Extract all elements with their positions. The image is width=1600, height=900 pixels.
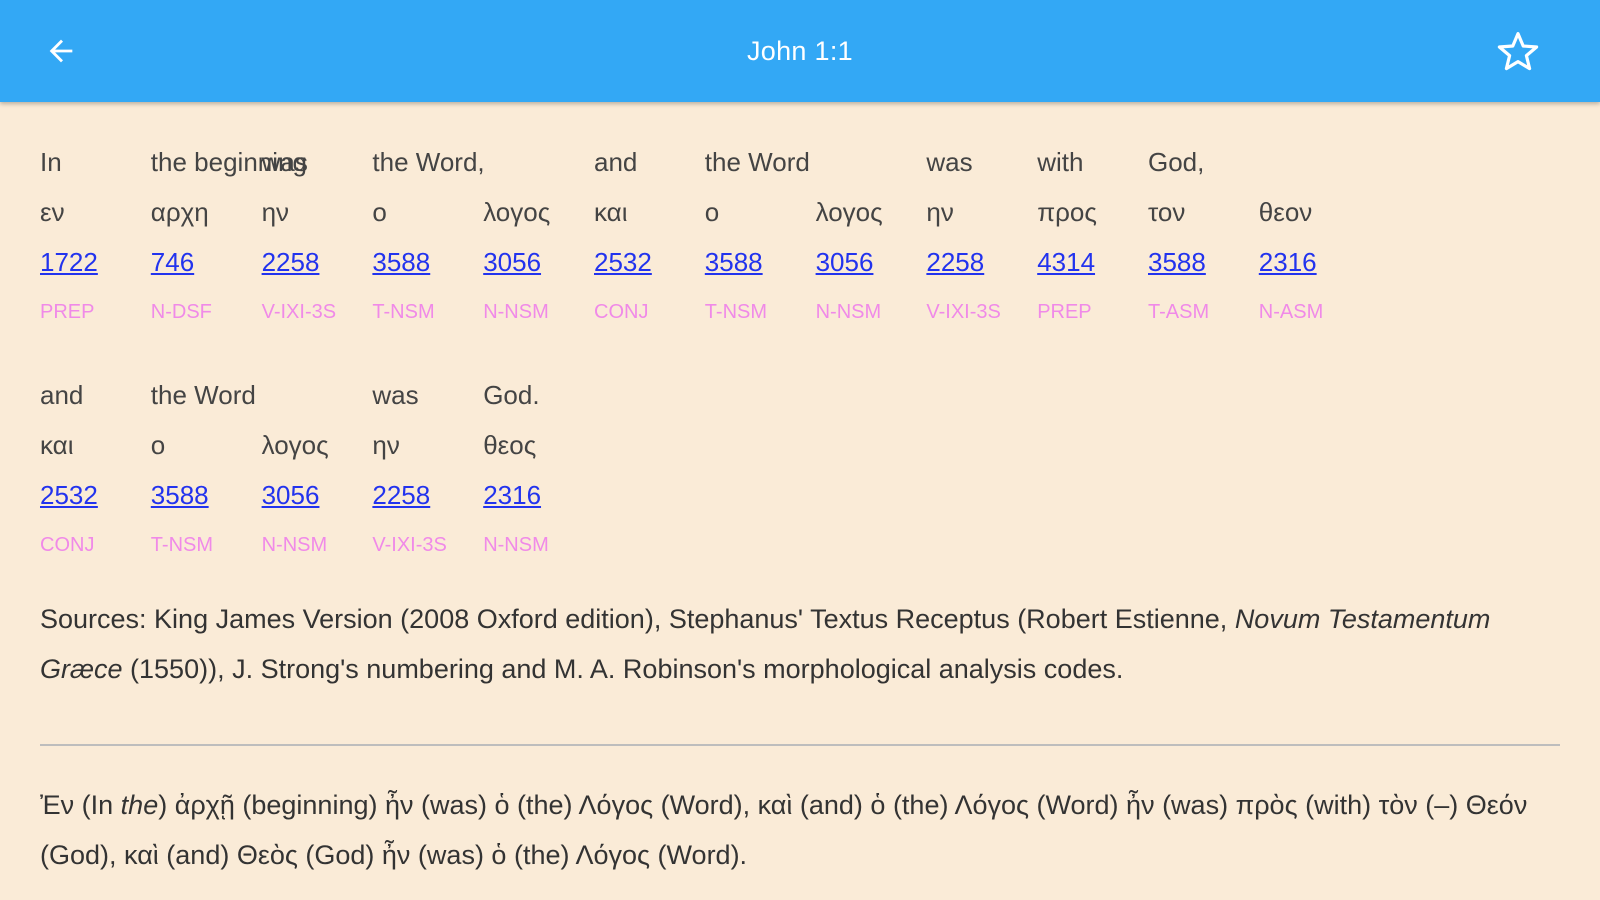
verse-word: In εν 1722 PREP — [40, 137, 150, 337]
greek-english-text: Ἐν (In the) ἀρχῇ (beginning) ἦν (was) ὁ … — [40, 780, 1560, 880]
verse-word: λογος 3056 N-NSM — [483, 137, 593, 337]
verse-word: λογος 3056 N-NSM — [262, 370, 372, 570]
strongs-number-link[interactable]: 3588 — [705, 237, 815, 287]
morphology-code: T-NSM — [150, 534, 214, 556]
strongs-number-link[interactable]: 3588 — [372, 237, 482, 287]
verse-word: was ην 2258 V-IXI-3S — [372, 370, 482, 570]
morphology-code: V-IXI-3S — [926, 301, 1001, 323]
english-word: the Word — [704, 147, 810, 177]
strongs-number-link[interactable]: 3056 — [816, 237, 926, 287]
greek-word: εν — [40, 197, 65, 227]
greek-word: ην — [261, 197, 290, 227]
greek-word: και — [40, 430, 74, 460]
english-word: the Word — [150, 380, 256, 410]
morphology-code: T-NSM — [372, 301, 435, 323]
verse-word: θεον 2316 N-ASM — [1259, 137, 1369, 337]
english-word: was — [261, 147, 308, 177]
app-bar: John 1:1 — [0, 0, 1600, 102]
greek-word: θεος — [483, 430, 537, 460]
greek-word: ο — [704, 197, 720, 227]
morphology-code: V-IXI-3S — [261, 301, 337, 323]
morphology-code: PREP — [1037, 301, 1092, 323]
english-word: and — [40, 380, 84, 410]
star-outline-icon — [1497, 32, 1539, 71]
english-word — [816, 137, 926, 187]
greek-word: αρχη — [150, 197, 209, 227]
greek-word: ο — [150, 430, 166, 460]
greek-word: ην — [926, 197, 954, 227]
morphology-code: N-NSM — [483, 301, 549, 323]
morphology-code: T-ASM — [1148, 301, 1210, 323]
sources-part2: (1550)), J. Strong's numbering and M. A.… — [122, 654, 1124, 684]
morphology-code: PREP — [40, 301, 95, 323]
strongs-number-link[interactable]: 746 — [151, 237, 261, 287]
verse-word: God, τον 3588 T-ASM — [1148, 137, 1258, 337]
strongs-number-link[interactable]: 2258 — [926, 237, 1036, 287]
strongs-number-link[interactable]: 2258 — [372, 470, 482, 520]
english-word: the beginning — [150, 147, 307, 177]
verse-word: was ην 2258 V-IXI-3S — [262, 137, 372, 337]
greek-word: λογος — [261, 430, 329, 460]
morphology-code: T-NSM — [704, 301, 768, 323]
strongs-number-link[interactable]: 2316 — [1259, 237, 1369, 287]
greek-word: λογος — [483, 197, 551, 227]
strongs-number-link[interactable]: 2316 — [483, 470, 593, 520]
verse-word: the Word ο 3588 T-NSM — [705, 137, 815, 337]
strongs-number-link[interactable]: 3588 — [151, 470, 261, 520]
strongs-number-link[interactable]: 2532 — [594, 237, 704, 287]
morphology-code: N-NSM — [483, 534, 549, 556]
morphology-code: N-DSF — [150, 301, 212, 323]
verse-word: the Word ο 3588 T-NSM — [151, 370, 261, 570]
morphology-code: N-NSM — [815, 301, 882, 323]
greek-word: και — [594, 197, 628, 227]
english-word: was — [372, 380, 419, 410]
morphology-code: CONJ — [594, 301, 649, 323]
interlinear-part2: ) ἀρχῇ (beginning) ἦν (was) ὁ (the) Λόγο… — [40, 790, 1528, 870]
interlinear-part1: Ἐν (In — [40, 790, 121, 820]
english-word: and — [594, 147, 638, 177]
verse-word: λογος 3056 N-NSM — [816, 137, 926, 337]
morphology-code: N-NSM — [261, 534, 328, 556]
strongs-number-link[interactable]: 2258 — [262, 237, 372, 287]
english-word: the Word, — [372, 147, 485, 177]
english-word: with — [1037, 147, 1084, 177]
greek-word: ο — [372, 197, 387, 227]
divider — [40, 744, 1560, 746]
strongs-number-link[interactable]: 3056 — [262, 470, 372, 520]
strongs-number-link[interactable]: 3056 — [483, 237, 593, 287]
strongs-number-link[interactable]: 4314 — [1037, 237, 1147, 287]
english-word — [1259, 137, 1369, 187]
english-word: God, — [1148, 147, 1205, 177]
greek-word: προς — [1037, 197, 1097, 227]
verse-word: the beginning αρχη 746 N-DSF — [150, 137, 307, 337]
page-title: John 1:1 — [747, 35, 853, 66]
verse-word: with προς 4314 PREP — [1037, 137, 1147, 337]
verse-word: God. θεος 2316 N-NSM — [483, 370, 593, 570]
verse-word: the Word, ο 3588 T-NSM — [372, 137, 485, 337]
greek-word: τον — [1148, 197, 1186, 227]
english-word: God. — [483, 380, 540, 410]
strongs-number-link[interactable]: 1722 — [40, 237, 150, 287]
sources-text: Sources: King James Version (2008 Oxford… — [40, 594, 1560, 694]
greek-word: θεον — [1258, 197, 1313, 227]
greek-word: ην — [372, 430, 400, 460]
favorite-button[interactable] — [1492, 26, 1544, 78]
english-word: In — [40, 147, 62, 177]
greek-word: λογος — [815, 197, 883, 227]
english-word — [262, 370, 372, 420]
morphology-code: V-IXI-3S — [372, 534, 447, 556]
english-word: was — [926, 147, 973, 177]
strongs-number-link[interactable]: 2532 — [40, 470, 150, 520]
sources-part1: Sources: King James Version (2008 Oxford… — [40, 604, 1235, 634]
english-word — [483, 137, 593, 187]
verse-word: and και 2532 CONJ — [40, 370, 150, 570]
interlinear-italic: the — [120, 790, 159, 820]
strongs-number-link[interactable]: 3588 — [1148, 237, 1258, 287]
verse-word: and και 2532 CONJ — [594, 137, 704, 337]
morphology-code: CONJ — [40, 534, 95, 556]
morphology-code: N-ASM — [1258, 301, 1324, 323]
verse-word: was ην 2258 V-IXI-3S — [926, 137, 1036, 337]
